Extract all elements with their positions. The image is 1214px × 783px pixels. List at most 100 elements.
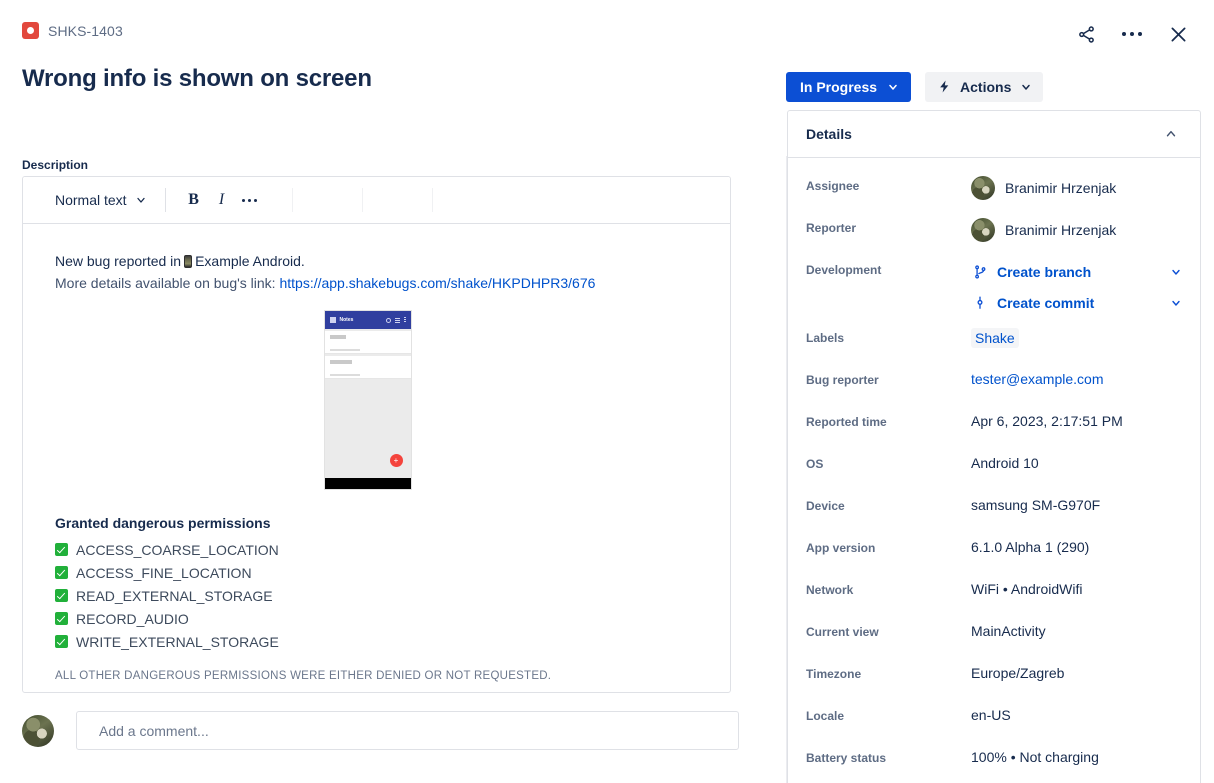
toolbar-divider-2 (291, 188, 293, 212)
field-battery-status: Battery status 100% • Not charging (806, 740, 1182, 782)
close-icon[interactable] (1162, 18, 1194, 50)
permission-label: READ_EXTERNAL_STORAGE (76, 587, 273, 604)
reporter-name: Branimir Hrzenjak (1005, 222, 1117, 238)
description-line-2-prefix: More details available on bug's link: (55, 275, 276, 291)
field-device: Device samsung SM-G970F (806, 488, 1182, 530)
permissions-footnote: ALL OTHER DANGEROUS PERMISSIONS WERE EIT… (55, 670, 552, 682)
field-app-version: App version 6.1.0 Alpha 1 (290) (806, 530, 1182, 572)
field-label: Labels (806, 331, 845, 345)
field-label: Device (806, 499, 845, 513)
avatar (971, 218, 995, 242)
field-bug-reporter: Bug reporter tester@example.com (806, 362, 1182, 404)
chevron-down-icon[interactable] (1166, 266, 1182, 278)
details-sidebar: Details Assignee Branimir Hrzenjak Repor… (786, 110, 1214, 783)
details-card: Details Assignee Branimir Hrzenjak Repor… (787, 110, 1201, 783)
check-mark-icon (55, 589, 68, 602)
lightning-bolt-icon (938, 79, 951, 96)
overflow-menu-icon (403, 317, 406, 323)
permission-item: RECORD_AUDIO (55, 607, 700, 630)
issue-detail-page: SHKS-1403 Wrong info is shown on screen … (0, 0, 1214, 783)
issue-key-label: SHKS-1403 (48, 22, 123, 39)
branch-icon (971, 264, 989, 280)
floating-action-button: + (389, 454, 403, 467)
chevron-down-icon[interactable] (1166, 297, 1182, 309)
label-chip-shake[interactable]: Shake (971, 328, 1019, 348)
commit-icon (971, 295, 989, 311)
description-section-label: Description (22, 158, 89, 172)
field-label: Timezone (806, 667, 862, 681)
create-branch-label: Create branch (997, 263, 1092, 280)
screenshot-appbar: Notes (324, 311, 411, 329)
comment-input[interactable] (76, 711, 739, 750)
sort-icon (394, 317, 400, 323)
mobile-phone-icon (184, 255, 193, 268)
top-bar-actions (1070, 18, 1194, 50)
field-label: Development (806, 263, 882, 277)
italic-button[interactable]: I (208, 186, 236, 214)
field-value: WiFi • AndroidWifi (971, 581, 1083, 597)
field-label: Locale (806, 709, 845, 723)
check-mark-icon (55, 543, 68, 556)
field-os: OS Android 10 (806, 446, 1182, 488)
field-value[interactable]: Shake (971, 320, 1182, 348)
permission-label: WRITE_EXTERNAL_STORAGE (76, 633, 279, 650)
chevron-down-icon (889, 84, 897, 90)
field-assignee: Assignee Branimir Hrzenjak (806, 168, 1182, 210)
status-dropdown-button[interactable]: In Progress (786, 72, 912, 102)
text-style-label: Normal text (55, 192, 127, 208)
check-mark-icon (55, 566, 68, 579)
field-label: Network (806, 583, 854, 597)
create-commit-label: Create commit (997, 294, 1095, 311)
permission-label: ACCESS_COARSE_LOCATION (76, 541, 279, 558)
toolbar-divider-4 (431, 188, 433, 212)
hamburger-menu-icon (329, 317, 336, 323)
actions-label: Actions (960, 79, 1012, 95)
field-value: samsung SM-G970F (971, 497, 1101, 513)
field-value: 100% • Not charging (971, 749, 1099, 765)
field-timezone: Timezone Europe/Zagreb (806, 656, 1182, 698)
field-label: Reporter (806, 221, 857, 235)
share-icon[interactable] (1070, 18, 1102, 50)
bold-button[interactable]: B (180, 186, 208, 214)
avatar (971, 176, 995, 200)
chevron-down-icon (136, 197, 145, 203)
status-bar: In Progress Actions (786, 72, 1044, 102)
field-label: Current view (806, 625, 879, 639)
field-value[interactable]: Branimir Hrzenjak (971, 210, 1182, 242)
chevron-up-icon[interactable] (1160, 123, 1182, 145)
create-commit-action[interactable]: Create commit (971, 287, 1182, 318)
description-editor[interactable]: Normal text B I New bug reported in Examp… (22, 176, 731, 693)
permission-label: RECORD_AUDIO (76, 610, 189, 627)
description-line-1-prefix: New bug reported in (55, 253, 182, 269)
screenshot-attachment[interactable]: Notes + (323, 310, 412, 490)
avatar (22, 714, 54, 747)
screenshot-app-title: Notes (339, 317, 354, 323)
field-value: en-US (971, 707, 1011, 723)
breadcrumb[interactable]: SHKS-1403 (22, 22, 123, 39)
description-line-1: New bug reported in Example Android. (55, 250, 700, 272)
field-label: Assignee (806, 179, 860, 193)
more-options-icon[interactable] (1116, 18, 1148, 50)
bug-reporter-email[interactable]: tester@example.com (971, 371, 1103, 387)
field-value: Europe/Zagreb (971, 665, 1065, 681)
bug-link[interactable]: https://app.shakebugs.com/shake/HKPDHPR3… (279, 275, 595, 291)
field-label: OS (806, 457, 824, 471)
note-card (324, 356, 411, 379)
details-header[interactable]: Details (788, 111, 1200, 158)
description-line-2: More details available on bug's link: ht… (55, 272, 700, 294)
description-body[interactable]: New bug reported in Example Android. More… (23, 224, 730, 687)
field-label: Battery status (806, 751, 887, 765)
field-value: MainActivity (971, 623, 1046, 639)
create-branch-action[interactable]: Create branch (971, 256, 1182, 287)
field-value: Apr 6, 2023, 2:17:51 PM (971, 413, 1123, 429)
text-style-dropdown[interactable]: Normal text (51, 188, 151, 212)
details-title: Details (806, 126, 852, 142)
page-title: Wrong info is shown on screen (22, 65, 372, 92)
actions-dropdown-button[interactable]: Actions (925, 72, 1044, 102)
field-value[interactable]: Branimir Hrzenjak (971, 168, 1182, 200)
field-value: 6.1.0 Alpha 1 (290) (971, 539, 1090, 555)
more-formatting-button[interactable] (236, 186, 264, 214)
attachment-preview-wrapper: Notes + (55, 310, 700, 490)
field-development: Development Create branch Create commit (806, 252, 1182, 320)
description-app-name: Example Android. (195, 253, 305, 269)
